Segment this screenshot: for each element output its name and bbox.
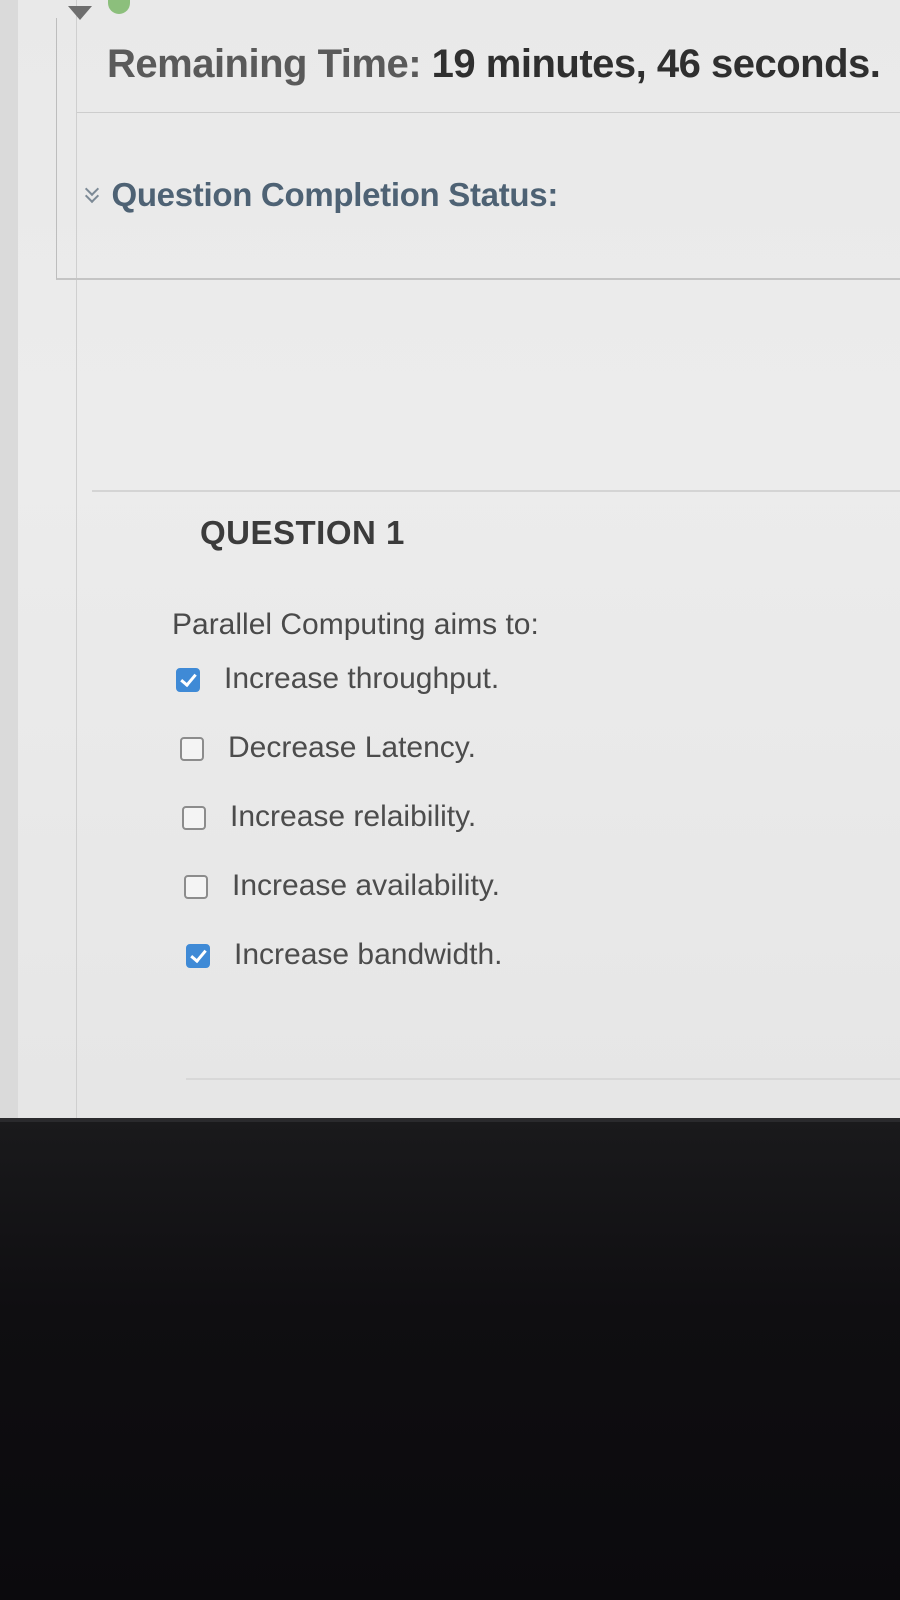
answer-checkbox[interactable] [182,806,206,830]
answer-checkbox[interactable] [186,944,210,968]
answer-option[interactable]: Decrease Latency. [176,731,776,800]
answer-label[interactable]: Increase bandwidth. [234,938,503,972]
timer-divider [77,112,900,113]
monitor-bezel [0,1118,900,1600]
double-chevron-down-icon[interactable] [83,185,101,205]
status-dot-icon [108,0,130,14]
question-completion-toggle[interactable]: Question Completion Status: [83,176,558,214]
answer-option[interactable]: Increase availability. [176,869,776,938]
screen: Remaining Time: 19 minutes, 46 seconds. … [0,0,900,1118]
answer-list: Increase throughput. Decrease Latency. I… [176,662,776,1007]
question-title: QUESTION 1 [200,514,405,551]
answer-checkbox[interactable] [180,737,204,761]
answer-label[interactable]: Increase relaibility. [230,800,476,834]
question-prompt: Parallel Computing aims to: [172,608,539,641]
left-sidebar-strip [0,0,18,1118]
answer-option[interactable]: Increase relaibility. [176,800,776,869]
answer-label[interactable]: Increase throughput. [224,662,499,696]
answer-option[interactable]: Increase bandwidth. [176,938,776,1007]
remaining-time-value: 19 minutes, 46 seconds. [431,42,881,86]
answer-checkbox[interactable] [184,875,208,899]
remaining-time: Remaining Time: 19 minutes, 46 seconds. [107,42,881,87]
answer-label[interactable]: Decrease Latency. [228,731,476,765]
monitor-bezel-edge [0,1118,900,1122]
question-completion-label[interactable]: Question Completion Status: [111,176,558,214]
remaining-time-label: Remaining Time: [107,42,422,86]
timer-panel: Remaining Time: 19 minutes, 46 seconds. … [56,18,900,280]
answer-option[interactable]: Increase throughput. [176,662,776,731]
bottom-divider [186,1078,900,1080]
answer-checkbox[interactable] [176,668,200,692]
section-divider [92,490,900,492]
answer-label[interactable]: Increase availability. [232,869,500,903]
